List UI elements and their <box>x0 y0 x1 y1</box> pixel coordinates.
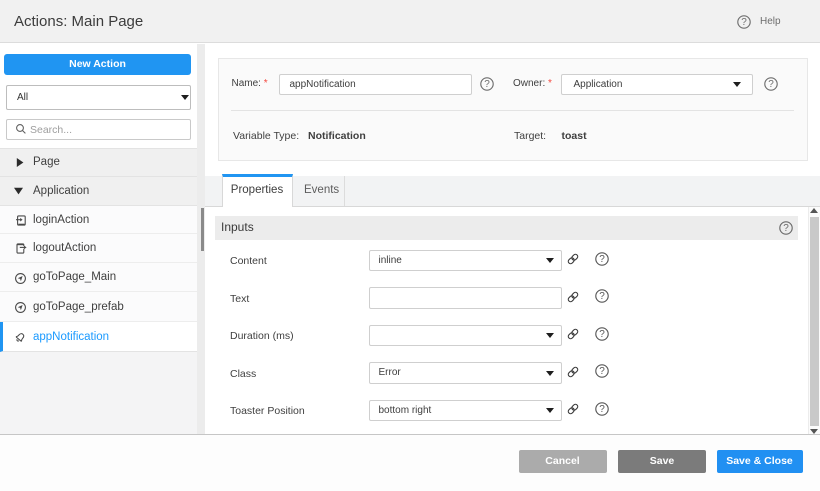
svg-text:?: ? <box>783 223 789 234</box>
svg-text:?: ? <box>599 404 605 415</box>
svg-text:?: ? <box>599 254 605 265</box>
svg-text:?: ? <box>599 291 605 302</box>
svg-text:?: ? <box>484 79 490 90</box>
svg-text:?: ? <box>741 17 747 28</box>
svg-text:?: ? <box>768 79 774 90</box>
svg-text:?: ? <box>599 329 605 340</box>
svg-text:?: ? <box>599 366 605 377</box>
